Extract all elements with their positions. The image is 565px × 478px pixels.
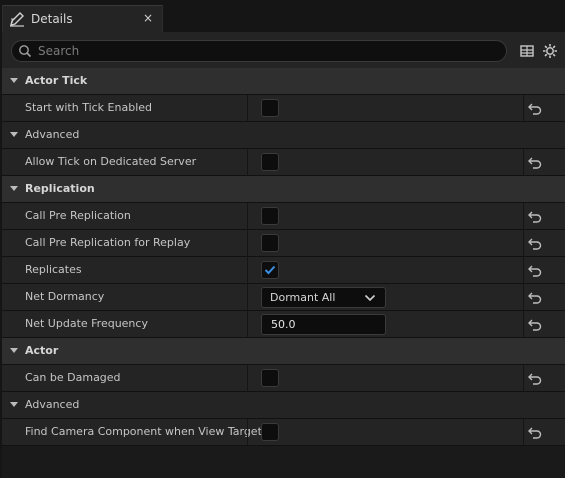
column-divider[interactable] xyxy=(247,419,248,446)
find-camera-component-checkbox[interactable] xyxy=(261,423,279,441)
field-value: 50.0 xyxy=(271,318,296,331)
column-divider xyxy=(523,149,524,176)
pencil-icon xyxy=(10,12,24,27)
tab-details[interactable]: Details × xyxy=(2,5,163,32)
search-icon xyxy=(19,45,32,58)
search-bar xyxy=(2,32,565,68)
checkmark-icon xyxy=(264,265,276,275)
reset-to-default-icon[interactable] xyxy=(527,236,543,251)
category-title: Actor xyxy=(25,344,59,357)
reset-to-default-icon[interactable] xyxy=(527,425,543,440)
chevron-down-icon xyxy=(10,348,18,353)
property-row-can-be-damaged: Can be Damaged xyxy=(2,365,565,392)
chevron-down-icon xyxy=(364,294,376,302)
reset-to-default-icon[interactable] xyxy=(527,209,543,224)
dropdown-value: Dormant All xyxy=(270,291,336,304)
property-label: Replicates xyxy=(25,263,82,276)
tab-title: Details xyxy=(31,12,73,26)
chevron-down-icon xyxy=(10,78,18,83)
property-label: Net Dormancy xyxy=(25,290,105,303)
net-update-frequency-field[interactable]: 50.0 xyxy=(261,314,386,335)
category-actor-tick[interactable]: Actor Tick xyxy=(2,68,565,95)
column-divider xyxy=(523,365,524,392)
call-pre-replication-replay-checkbox[interactable] xyxy=(261,234,279,252)
property-row-find-camera-component: Find Camera Component when View Target xyxy=(2,419,565,446)
reset-to-default-icon[interactable] xyxy=(527,317,543,332)
property-label: Start with Tick Enabled xyxy=(25,101,153,114)
details-panel: Actor Tick Start with Tick Enabled Advan… xyxy=(2,32,565,478)
table-icon[interactable] xyxy=(519,43,535,59)
property-row-net-update-frequency: Net Update Frequency 50.0 xyxy=(2,311,565,338)
property-label: Call Pre Replication xyxy=(25,209,131,222)
category-actor[interactable]: Actor xyxy=(2,338,565,365)
replicates-checkbox[interactable] xyxy=(261,261,279,279)
search-input[interactable] xyxy=(38,43,488,59)
subcategory-title: Advanced xyxy=(25,128,80,141)
column-divider[interactable] xyxy=(247,95,248,122)
property-row-allow-tick-dedicated-server: Allow Tick on Dedicated Server xyxy=(2,149,565,176)
column-divider xyxy=(523,203,524,230)
property-row-replicates: Replicates xyxy=(2,257,565,284)
property-row-call-pre-replication-replay: Call Pre Replication for Replay xyxy=(2,230,565,257)
chevron-down-icon xyxy=(10,186,18,191)
allow-tick-dedicated-server-checkbox[interactable] xyxy=(261,153,279,171)
reset-to-default-icon[interactable] xyxy=(527,371,543,386)
tab-bar: Details × xyxy=(0,0,565,32)
column-divider[interactable] xyxy=(247,257,248,284)
column-divider xyxy=(523,257,524,284)
subcategory-advanced[interactable]: Advanced xyxy=(2,122,565,149)
property-list: Actor Tick Start with Tick Enabled Advan… xyxy=(2,68,565,446)
category-title: Replication xyxy=(25,182,95,195)
reset-to-default-icon[interactable] xyxy=(527,155,543,170)
net-dormancy-dropdown[interactable]: Dormant All xyxy=(261,287,386,308)
reset-to-default-icon[interactable] xyxy=(527,263,543,278)
property-row-net-dormancy: Net Dormancy Dormant All xyxy=(2,284,565,311)
column-divider[interactable] xyxy=(247,284,248,311)
column-divider[interactable] xyxy=(247,203,248,230)
reset-to-default-icon[interactable] xyxy=(527,290,543,305)
column-divider[interactable] xyxy=(247,365,248,392)
column-divider[interactable] xyxy=(247,230,248,257)
start-with-tick-enabled-checkbox[interactable] xyxy=(261,99,279,117)
search-box[interactable] xyxy=(11,40,507,62)
chevron-down-icon xyxy=(10,402,18,407)
subcategory-title: Advanced xyxy=(25,398,80,411)
column-divider xyxy=(523,230,524,257)
property-label: Can be Damaged xyxy=(25,371,121,384)
column-divider xyxy=(523,311,524,338)
category-title: Actor Tick xyxy=(25,74,88,87)
gear-icon[interactable] xyxy=(542,43,558,59)
reset-to-default-icon[interactable] xyxy=(527,101,543,116)
close-icon[interactable]: × xyxy=(140,10,156,26)
column-divider xyxy=(523,284,524,311)
column-divider[interactable] xyxy=(247,149,248,176)
category-replication[interactable]: Replication xyxy=(2,176,565,203)
property-label: Net Update Frequency xyxy=(25,317,148,330)
column-divider xyxy=(523,419,524,446)
column-divider[interactable] xyxy=(247,311,248,338)
subcategory-advanced[interactable]: Advanced xyxy=(2,392,565,419)
property-row-call-pre-replication: Call Pre Replication xyxy=(2,203,565,230)
can-be-damaged-checkbox[interactable] xyxy=(261,369,279,387)
call-pre-replication-checkbox[interactable] xyxy=(261,207,279,225)
property-label: Find Camera Component when View Target xyxy=(25,425,262,438)
property-label: Allow Tick on Dedicated Server xyxy=(25,155,197,168)
property-row-start-with-tick-enabled: Start with Tick Enabled xyxy=(2,95,565,122)
chevron-down-icon xyxy=(10,132,18,137)
column-divider xyxy=(523,95,524,122)
property-label: Call Pre Replication for Replay xyxy=(25,236,191,249)
